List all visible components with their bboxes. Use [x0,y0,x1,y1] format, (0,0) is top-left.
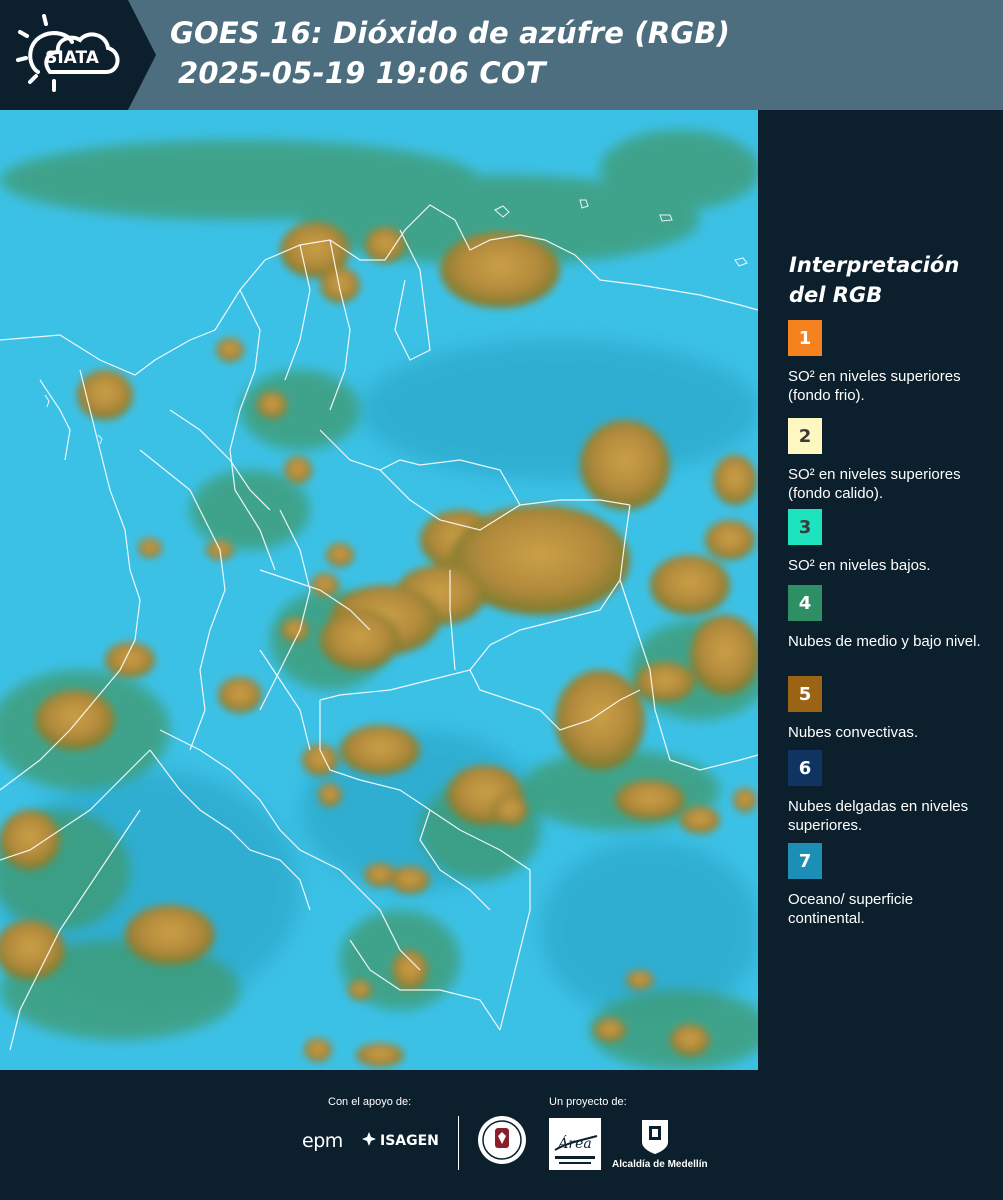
legend-swatch-6: 6 [788,750,822,786]
legend-label-2: SO² en niveles superiores (fondo calido)… [788,466,961,502]
area-metropolitana-logo[interactable]: Área [549,1118,601,1170]
page-title: GOES 16: Dióxido de azúfre (RGB) [170,16,731,50]
legend-swatch-4: 4 [788,585,822,621]
isagen-logo[interactable]: ISAGEN [362,1132,439,1150]
legend-title: Interpretación del RGB [789,253,960,307]
legend-swatch-1: 1 [788,320,822,356]
area-metropolitana-icon: Área [554,1134,598,1164]
legend-item-2: 2 SO² en niveles superiores (fondo calid… [788,418,993,503]
legend-item-1: 1 SO² en niveles superiores (fondo frio)… [788,320,993,405]
isagen-text: ISAGEN [380,1133,439,1149]
epm-logo[interactable]: epm [302,1130,343,1152]
legend-item-7: 7 Oceano/ superficie continental. [788,843,993,928]
epm-text: epm [302,1130,343,1152]
isagen-mark-icon [362,1132,376,1150]
support-caption: Con el apoyo de: [328,1096,412,1108]
logo-arrow [128,0,156,110]
legend-label-5: Nubes convectivas. [788,724,919,741]
legend-swatch-5: 5 [788,676,822,712]
project-caption: Un proyecto de: [549,1096,627,1108]
legend-label-7: Oceano/ superficie continental. [788,891,914,927]
area-text: Área [556,1134,591,1152]
legend-panel: Interpretación del RGB 1 SO² en niveles … [760,110,1003,1070]
alcaldia-shield-icon[interactable] [640,1118,670,1156]
legend-swatch-7: 7 [788,843,822,879]
footer-divider [458,1116,459,1170]
siata-logo[interactable]: SIATA [0,0,128,110]
satellite-image [0,110,758,1070]
logo-text: SIATA [45,48,100,68]
university-seal-icon[interactable] [476,1114,528,1166]
header-bar: SIATA GOES 16: Dióxido de azúfre (RGB) 2… [0,0,1003,110]
legend-item-6: 6 Nubes delgadas en niveles superiores. [788,750,993,835]
legend-label-6: Nubes delgadas en niveles superiores. [788,798,969,834]
alcaldia-label: Alcaldía de Medellín [612,1159,708,1170]
sun-cloud-icon: SIATA [16,14,120,92]
legend-item-4: 4 Nubes de medio y bajo nivel. [788,585,993,651]
legend-swatch-2: 2 [788,418,822,454]
legend-item-3: 3 SO² en niveles bajos. [788,509,993,575]
footer: Con el apoyo de: Un proyecto de: epm ISA… [0,1070,1003,1200]
legend-label-3: SO² en niveles bajos. [788,557,931,574]
legend-swatch-3: 3 [788,509,822,545]
legend-label-1: SO² en niveles superiores (fondo frio). [788,368,961,404]
timestamp-title: 2025-05-19 19:06 COT [178,56,546,90]
legend-item-5: 5 Nubes convectivas. [788,676,993,742]
legend-label-4: Nubes de medio y bajo nivel. [788,633,981,650]
satellite-map[interactable] [0,110,758,1070]
